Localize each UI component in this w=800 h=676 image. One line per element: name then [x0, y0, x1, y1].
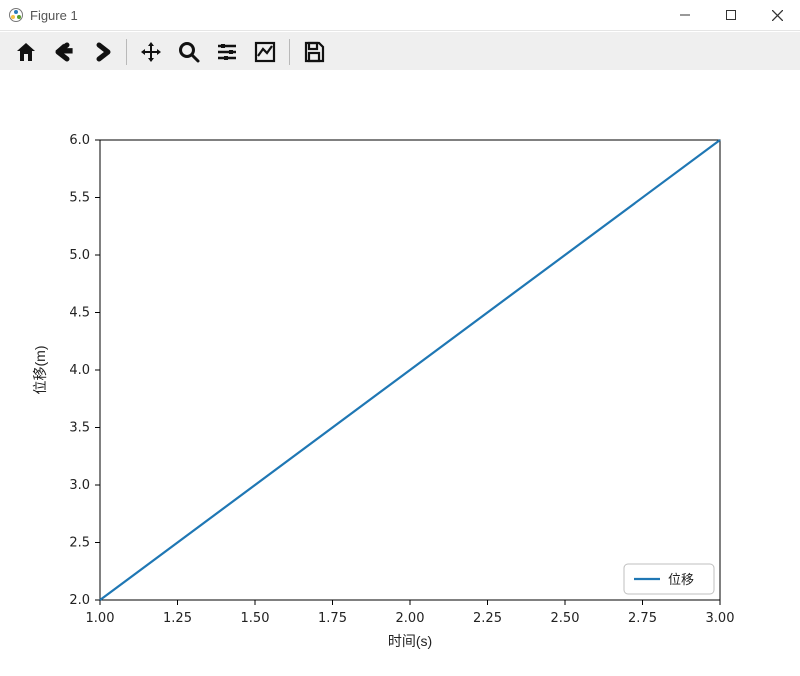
series-line [100, 140, 720, 600]
back-icon[interactable] [48, 36, 80, 68]
y-tick-label: 3.0 [69, 478, 90, 493]
pan-icon[interactable] [135, 36, 167, 68]
zoom-icon[interactable] [173, 36, 205, 68]
x-tick-label: 2.00 [396, 611, 425, 626]
y-tick-label: 4.5 [69, 306, 90, 321]
x-tick-label: 1.25 [163, 611, 192, 626]
x-tick-label: 2.50 [551, 611, 580, 626]
y-tick-label: 2.5 [69, 536, 90, 551]
minimize-button[interactable] [662, 0, 708, 30]
close-button[interactable] [754, 0, 800, 30]
x-tick-label: 2.25 [473, 611, 502, 626]
y-tick-label: 5.5 [69, 191, 90, 206]
y-tick-label: 5.0 [69, 248, 90, 263]
chart-svg: 1.00 1.25 1.50 1.75 2.00 2.25 2.50 2.75 3.00 2.0 2… [0, 70, 800, 676]
x-tick-label: 1.50 [241, 611, 270, 626]
x-tick-label: 2.75 [628, 611, 657, 626]
y-tick-label: 4.0 [69, 363, 90, 378]
y-axis-label: 位移(m) [32, 346, 48, 395]
configure-icon[interactable] [211, 36, 243, 68]
window-title: Figure 1 [30, 8, 78, 23]
x-tick-label: 3.00 [706, 611, 735, 626]
x-tick-label: 1.75 [318, 611, 347, 626]
forward-icon[interactable] [86, 36, 118, 68]
y-tick-label: 3.5 [69, 421, 90, 436]
save-icon[interactable] [298, 36, 330, 68]
titlebar: Figure 1 [0, 0, 800, 31]
y-tick-label: 2.0 [69, 593, 90, 608]
app-icon [8, 7, 24, 23]
home-icon[interactable] [10, 36, 42, 68]
y-tick-label: 6.0 [69, 133, 90, 148]
chart-area[interactable]: 1.00 1.25 1.50 1.75 2.00 2.25 2.50 2.75 3.00 2.0 2… [0, 70, 800, 676]
toolbar-separator [126, 39, 127, 65]
toolbar [0, 31, 800, 72]
edit-axis-icon[interactable] [249, 36, 281, 68]
toolbar-separator [289, 39, 290, 65]
x-axis-label: 时间(s) [388, 633, 432, 649]
x-tick-label: 1.00 [86, 611, 115, 626]
maximize-button[interactable] [708, 0, 754, 30]
legend-label: 位移 [668, 573, 694, 588]
